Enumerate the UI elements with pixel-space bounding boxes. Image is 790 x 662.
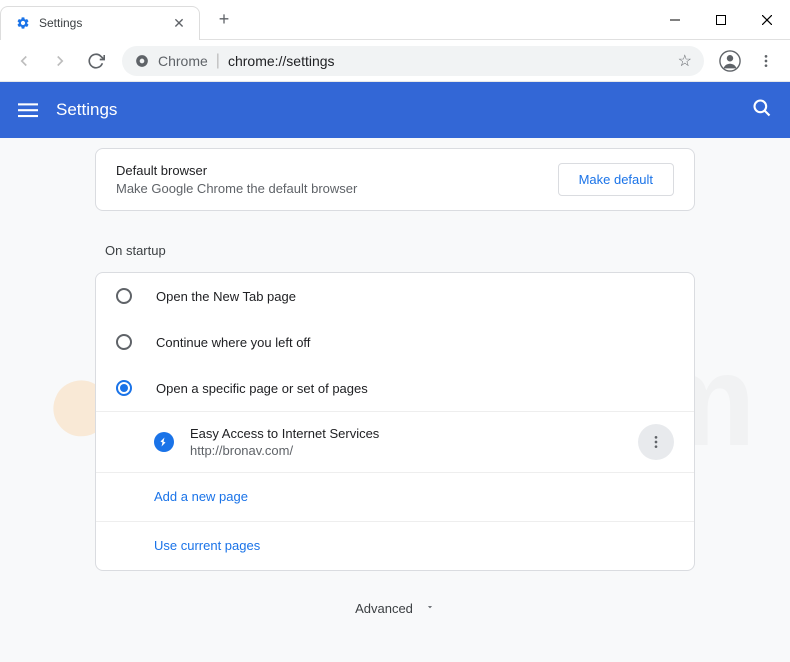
tab-strip: Settings ✕ + (0, 0, 238, 39)
settings-content: Default browser Make Google Chrome the d… (95, 138, 695, 662)
page-url: http://bronav.com/ (190, 443, 638, 458)
gear-icon (15, 15, 31, 31)
close-window-button[interactable] (744, 0, 790, 40)
radio-label: Continue where you left off (156, 335, 310, 350)
page-more-button[interactable] (638, 424, 674, 460)
default-browser-title: Default browser (116, 163, 558, 178)
default-browser-subtitle: Make Google Chrome the default browser (116, 181, 558, 196)
toolbar: Chrome | chrome://settings ☆ (0, 40, 790, 82)
advanced-toggle[interactable]: Advanced (95, 571, 695, 645)
make-default-button[interactable]: Make default (558, 163, 674, 196)
omnibox-separator: | (216, 52, 220, 70)
profile-button[interactable] (714, 45, 746, 77)
use-current-pages-link[interactable]: Use current pages (154, 538, 260, 553)
add-new-page-link[interactable]: Add a new page (154, 489, 248, 504)
page-favicon-icon (154, 432, 174, 452)
hamburger-menu-icon[interactable] (18, 100, 38, 120)
omnibox-url: chrome://settings (228, 53, 670, 69)
use-current-row: Use current pages (96, 521, 694, 570)
maximize-button[interactable] (698, 0, 744, 40)
tab-title: Settings (39, 16, 163, 30)
window-controls (652, 0, 790, 39)
forward-button[interactable] (44, 45, 76, 77)
close-icon[interactable]: ✕ (171, 15, 187, 31)
chevron-down-icon (425, 599, 435, 617)
startup-page-entry: Easy Access to Internet Services http://… (96, 411, 694, 472)
chrome-icon (134, 53, 150, 69)
on-startup-label: On startup (95, 233, 695, 272)
default-browser-card: Default browser Make Google Chrome the d… (95, 148, 695, 211)
radio-icon (116, 334, 132, 350)
window-title-bar: Settings ✕ + (0, 0, 790, 40)
add-page-row: Add a new page (96, 472, 694, 521)
radio-icon (116, 288, 132, 304)
search-icon[interactable] (752, 98, 772, 123)
page-title: Settings (56, 100, 117, 120)
back-button[interactable] (8, 45, 40, 77)
new-tab-button[interactable]: + (210, 6, 238, 34)
radio-icon (116, 380, 132, 396)
bookmark-star-icon[interactable]: ☆ (678, 51, 692, 71)
advanced-label: Advanced (355, 601, 413, 616)
minimize-button[interactable] (652, 0, 698, 40)
omnibox-origin: Chrome (158, 53, 208, 69)
address-bar[interactable]: Chrome | chrome://settings ☆ (122, 46, 704, 76)
content-scroll[interactable]: ●PCrisk.com Default browser Make Google … (0, 138, 790, 662)
startup-card: Open the New Tab page Continue where you… (95, 272, 695, 571)
kebab-menu-button[interactable] (750, 45, 782, 77)
page-info: Easy Access to Internet Services http://… (190, 426, 638, 458)
settings-header: Settings (0, 82, 790, 138)
radio-specific-pages[interactable]: Open a specific page or set of pages (96, 365, 694, 411)
radio-continue[interactable]: Continue where you left off (96, 319, 694, 365)
browser-tab[interactable]: Settings ✕ (0, 6, 200, 40)
radio-label: Open a specific page or set of pages (156, 381, 368, 396)
reload-button[interactable] (80, 45, 112, 77)
page-name: Easy Access to Internet Services (190, 426, 638, 441)
default-browser-text: Default browser Make Google Chrome the d… (116, 163, 558, 196)
radio-label: Open the New Tab page (156, 289, 296, 304)
radio-new-tab[interactable]: Open the New Tab page (96, 273, 694, 319)
